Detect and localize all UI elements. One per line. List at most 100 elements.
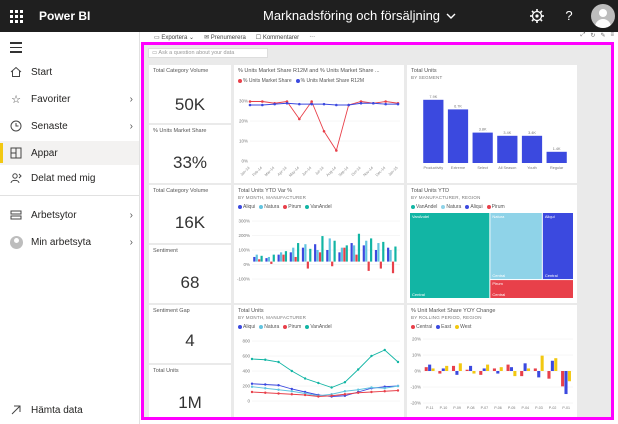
- tile-title: Sentiment Gap: [153, 308, 190, 314]
- arrow-up-right-icon: [9, 403, 23, 417]
- y-tick-label: 0%: [414, 369, 421, 374]
- data-point: [248, 103, 252, 107]
- card-tile-4[interactable]: Sentiment 68: [149, 245, 231, 303]
- bar: [447, 109, 469, 163]
- treemap-label: Aliqui: [545, 214, 555, 219]
- avatar-icon[interactable]: [591, 4, 615, 28]
- x-tick-label: May-14: [288, 166, 300, 178]
- card-tile-3[interactable]: Total Category Volume 16K: [149, 185, 231, 243]
- column: [451, 365, 456, 371]
- export-button[interactable]: ▭ Exportera ⌄: [154, 34, 194, 41]
- column: [561, 371, 565, 387]
- column: [328, 238, 331, 262]
- chart-tile-line1[interactable]: % Units Market Share R12M and % Units Ma…: [234, 65, 404, 183]
- sidebar-item-appar[interactable]: Appar: [0, 141, 139, 165]
- y-tick-label: 400: [242, 369, 250, 374]
- refresh-icon[interactable]: ↻: [590, 32, 595, 39]
- column: [526, 368, 531, 371]
- x-tick-label: Extreme: [451, 166, 465, 170]
- x-tick-label: P-02: [549, 406, 557, 410]
- data-point: [330, 386, 333, 389]
- app-name[interactable]: Power BI: [39, 9, 90, 23]
- card-tile-2[interactable]: % Units Market Share 33%: [149, 125, 231, 183]
- data-point: [277, 392, 280, 395]
- gear-icon[interactable]: [529, 8, 545, 24]
- card-tile-5[interactable]: Sentiment Gap 4: [149, 305, 231, 363]
- chart-tile-col1[interactable]: Total Units YTD Var % BY MONTH, MANUFACT…: [234, 185, 404, 303]
- get-data-button[interactable]: Hämta data: [0, 398, 139, 422]
- column: [321, 236, 324, 262]
- series-line: [250, 100, 399, 152]
- sidebar-item-delat-med-mig[interactable]: Delat med mig: [0, 166, 139, 190]
- data-point: [343, 393, 347, 396]
- data-point: [330, 394, 333, 397]
- action-bar: ▭ Exportera ⌄ ✉ Prenumerera ☐ Kommentare…: [140, 32, 618, 42]
- chart-tile-bar1[interactable]: Total Units BY SEGMENT 7.9K Productivity 6…: [407, 65, 577, 183]
- data-point: [383, 390, 386, 393]
- report-title-label: Marknadsföring och försäljning: [263, 8, 441, 23]
- sidebar-item-label: Min arbetsyta: [31, 236, 92, 248]
- card-value: 50K: [174, 95, 206, 114]
- x-tick-label: P-09: [453, 406, 461, 410]
- data-point: [310, 102, 313, 106]
- sidebar-item-favoriter[interactable]: ☆ Favoriter ›: [0, 87, 139, 111]
- report-title[interactable]: Marknadsföring och försäljning: [263, 8, 456, 23]
- column: [357, 233, 361, 262]
- data-point: [335, 103, 338, 107]
- comments-button[interactable]: ☐ Kommentarer: [256, 34, 299, 41]
- waffle-icon[interactable]: [0, 0, 32, 32]
- x-tick-label: Youth: [527, 166, 537, 170]
- more-options-button[interactable]: ···: [309, 34, 315, 40]
- column: [482, 368, 486, 371]
- qa-input[interactable]: ▭ Ask a question about your data: [148, 48, 268, 58]
- export-label: Exportera: [161, 34, 188, 41]
- column: [279, 252, 283, 262]
- card-tile-1[interactable]: Total Category Volume 50K: [149, 65, 231, 123]
- subscribe-button[interactable]: ✉ Prenumerera: [204, 34, 246, 41]
- column: [297, 243, 300, 262]
- qa-placeholder: Ask a question about your data: [158, 50, 235, 56]
- sidebar-item-start[interactable]: Start: [0, 60, 139, 84]
- column: [294, 256, 297, 262]
- help-icon[interactable]: ?: [561, 8, 577, 24]
- data-point: [250, 382, 254, 385]
- card-tile-6[interactable]: Total Units 1M: [149, 365, 231, 417]
- tile-title: Total Category Volume: [153, 68, 209, 74]
- data-point: [322, 102, 326, 106]
- sidebar: Start ☆ Favoriter › Senaste › Appar Dela…: [0, 32, 140, 424]
- treemap-label: Pirum: [492, 281, 503, 286]
- hamburger-menu-icon[interactable]: [10, 42, 22, 56]
- menu-icon[interactable]: ≡: [610, 32, 614, 39]
- column: [272, 254, 275, 262]
- x-tick-label: P-07: [481, 406, 489, 410]
- treemap-label: Natura: [492, 214, 505, 219]
- sidebar-item-label: Arbetsytor: [31, 209, 77, 221]
- edit-icon[interactable]: ✎: [600, 32, 605, 39]
- y-tick-label: 600: [242, 354, 250, 359]
- column: [316, 250, 319, 262]
- sidebar-item-arbetsytor[interactable]: Arbetsytor ›: [0, 203, 139, 227]
- series-line: [251, 385, 399, 397]
- data-point: [317, 381, 320, 385]
- x-tick-label: Jul-14: [315, 166, 325, 176]
- chevron-down-icon: [446, 13, 456, 19]
- view-controls: ⤢ ↻ ✎ ≡: [581, 32, 614, 39]
- sidebar-item-label: Favoriter: [31, 93, 71, 105]
- x-tick-label: Productivity: [424, 166, 444, 170]
- x-tick-label: P-08: [467, 406, 475, 410]
- column: [389, 250, 392, 262]
- chart-tile-col2[interactable]: % Unit Market Share YOY Change BY ROLLIN…: [407, 305, 577, 417]
- column: [455, 371, 459, 375]
- sidebar-item-min-arbetsyta[interactable]: Min arbetsyta ›: [0, 230, 139, 254]
- chart-tile-treemap[interactable]: Total Units YTD BY MANUFACTURER, REGION …: [407, 185, 577, 303]
- y-tick-label: 0%: [241, 159, 248, 164]
- data-label: 3.4K: [503, 131, 511, 135]
- expand-icon[interactable]: ⤢: [581, 32, 586, 39]
- data-point: [277, 360, 280, 364]
- sidebar-item-senaste[interactable]: Senaste ›: [0, 114, 139, 138]
- column: [567, 371, 571, 382]
- chart-tile-line2[interactable]: Total Units BY MONTH, MANUFACTURER Aliqu…: [234, 305, 404, 417]
- column-chart-yoy: 20% 10% 0% -10% -20% P-11 P-10 P-09 P-08 P-07 P-06…: [410, 337, 573, 410]
- tile-title: % Units Market Share: [153, 128, 207, 134]
- sidebar-item-label: Delat med mig: [31, 172, 96, 184]
